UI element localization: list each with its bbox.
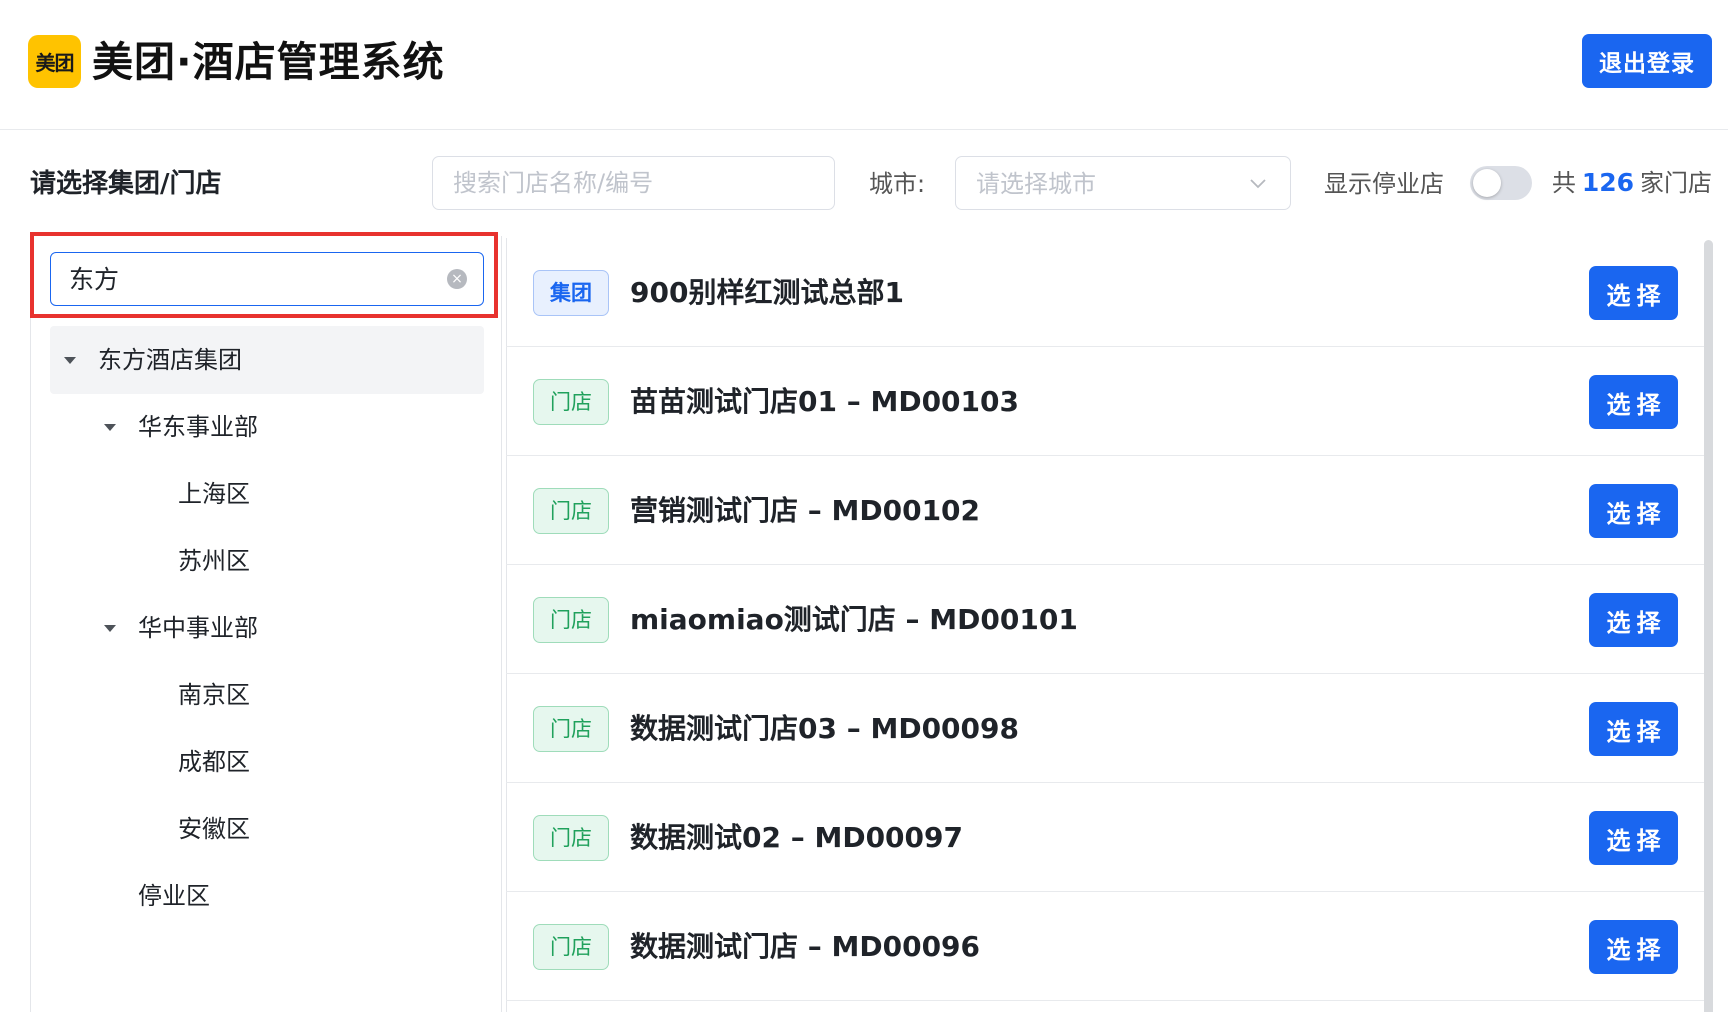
- list-item: 门店 数据测试门店 – MD00096 选择: [506, 892, 1704, 1001]
- list-item: 门店 数据测试门店03 – MD00098 选择: [506, 674, 1704, 783]
- choose-button[interactable]: 选择: [1589, 593, 1678, 647]
- total-suffix: 家门店: [1640, 169, 1712, 197]
- list-item-name: 数据测试门店03 – MD00098: [630, 712, 1019, 745]
- list-item: 门店 苗苗测试门店01 – MD00103 选择: [506, 347, 1704, 456]
- caret-down-icon[interactable]: [64, 357, 76, 364]
- list-item-name: 营销测试门店 – MD00102: [630, 494, 981, 527]
- list-item-name: miaomiao测试门店 – MD00101: [630, 603, 1078, 636]
- show-closed-label: 显示停业店: [1324, 170, 1444, 198]
- total-prefix: 共: [1551, 169, 1576, 197]
- choose-button[interactable]: 选择: [1589, 920, 1678, 974]
- caret-down-icon[interactable]: [104, 625, 116, 632]
- list-item-name: 苗苗测试门店01 – MD00103: [630, 385, 1019, 418]
- tree-node-region[interactable]: 成都区: [178, 745, 250, 779]
- list-item-name: 900别样红测试总部1: [630, 276, 904, 309]
- store-tag: 门店: [533, 379, 609, 425]
- choose-button[interactable]: 选择: [1589, 375, 1678, 429]
- tree-node-division[interactable]: 华东事业部: [138, 410, 258, 444]
- group-tag: 集团: [533, 270, 609, 316]
- list-item: 集团 900别样红测试总部1 选择: [506, 238, 1704, 347]
- list-scrollbar[interactable]: [1704, 240, 1713, 1012]
- city-label: 城市:: [869, 170, 926, 198]
- list-item: 门店 miaomiao测试门店 – MD00101 选择: [506, 565, 1704, 674]
- logout-button[interactable]: 退出登录: [1582, 34, 1712, 88]
- list-item-name: 数据测试门店 – MD00096: [630, 930, 981, 963]
- list-item: 门店 营销测试门店 – MD00102 选择: [506, 456, 1704, 565]
- highlight-annotation: [30, 232, 498, 318]
- chevron-down-icon: [1250, 179, 1266, 189]
- city-select[interactable]: 请选择城市: [955, 156, 1291, 210]
- choose-button[interactable]: 选择: [1589, 811, 1678, 865]
- tree-node-division[interactable]: 停业区: [138, 879, 210, 913]
- store-tag: 门店: [533, 706, 609, 752]
- store-total: 共 126 家门店: [1552, 166, 1712, 200]
- total-count: 126: [1581, 168, 1634, 197]
- store-tag: 门店: [533, 488, 609, 534]
- choose-button[interactable]: 选择: [1589, 266, 1678, 320]
- caret-down-icon[interactable]: [104, 424, 116, 431]
- tree-node-region[interactable]: 苏州区: [178, 544, 250, 578]
- meituan-logo: 美团: [28, 35, 81, 88]
- store-tag: 门店: [533, 815, 609, 861]
- list-item-name: 数据测试02 – MD00097: [630, 821, 963, 854]
- show-closed-toggle[interactable]: [1470, 166, 1532, 200]
- toggle-knob: [1473, 169, 1501, 197]
- tree-node-group[interactable]: 东方酒店集团: [98, 343, 242, 377]
- city-select-placeholder: 请选择城市: [976, 170, 1096, 198]
- tree-node-region[interactable]: 上海区: [178, 477, 250, 511]
- store-search-input[interactable]: [432, 156, 835, 210]
- list-item: 门店 数据测试02 – MD00097 选择: [506, 783, 1704, 892]
- tree-node-division[interactable]: 华中事业部: [138, 611, 258, 645]
- section-title: 请选择集团/门店: [30, 169, 222, 199]
- choose-button[interactable]: 选择: [1589, 484, 1678, 538]
- tree-node-region[interactable]: 南京区: [178, 678, 250, 712]
- app-header: 美团 美团·酒店管理系统 退出登录: [0, 0, 1728, 130]
- app-title: 美团·酒店管理系统: [92, 38, 445, 86]
- choose-button[interactable]: 选择: [1589, 702, 1678, 756]
- tree-node-region[interactable]: 安徽区: [178, 812, 250, 846]
- store-tag: 门店: [533, 924, 609, 970]
- store-tag: 门店: [533, 597, 609, 643]
